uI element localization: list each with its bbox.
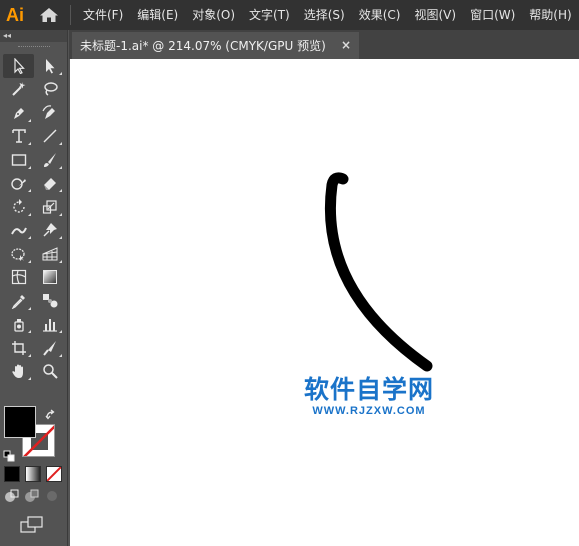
- artboard-tool-icon[interactable]: [3, 336, 34, 360]
- document-tab-strip: 未标题-1.ai* @ 214.07% (CMYK/GPU 预览) ×: [69, 30, 579, 59]
- line-segment-tool-icon[interactable]: [34, 125, 65, 149]
- menu-object[interactable]: 对象(O): [185, 0, 242, 30]
- menu-file[interactable]: 文件(F): [76, 0, 130, 30]
- fill-stroke-widget: [0, 402, 68, 466]
- tools-panel-grip[interactable]: [0, 42, 67, 52]
- tools-panel: ◂◂: [0, 30, 68, 546]
- blend-tool-icon[interactable]: [34, 289, 65, 313]
- hand-tool-icon[interactable]: [3, 360, 34, 384]
- paintbrush-tool-icon[interactable]: [34, 148, 65, 172]
- rectangle-tool-icon[interactable]: [3, 148, 34, 172]
- illustrator-window: Ai 文件(F) 编辑(E) 对象(O) 文字(T) 选择(S) 效果(C) 视…: [0, 0, 579, 546]
- scale-tool-icon[interactable]: [34, 195, 65, 219]
- tools-panel-collapse[interactable]: ◂◂: [0, 30, 67, 42]
- menu-window[interactable]: 窗口(W): [463, 0, 522, 30]
- shaper-tool-icon[interactable]: [3, 172, 34, 196]
- mesh-tool-icon[interactable]: [3, 266, 34, 290]
- symbol-sprayer-tool-icon[interactable]: [3, 313, 34, 337]
- slice-tool-icon[interactable]: [34, 336, 65, 360]
- menu-bar: Ai 文件(F) 编辑(E) 对象(O) 文字(T) 选择(S) 效果(C) 视…: [0, 0, 579, 30]
- none-button[interactable]: [46, 466, 62, 482]
- pen-tool-icon[interactable]: [3, 101, 34, 125]
- type-tool-icon[interactable]: [3, 125, 34, 149]
- watermark: 软件自学网 WWW.RJZXW.COM: [295, 375, 443, 417]
- menu-select[interactable]: 选择(S): [297, 0, 352, 30]
- document-tab-title: 未标题-1.ai* @ 214.07% (CMYK/GPU 预览): [80, 39, 326, 53]
- eraser-tool-icon[interactable]: [34, 172, 65, 196]
- shape-builder-tool-icon[interactable]: [3, 242, 34, 266]
- document-tab[interactable]: 未标题-1.ai* @ 214.07% (CMYK/GPU 预览) ×: [72, 32, 359, 59]
- default-fill-stroke-icon[interactable]: [3, 447, 15, 466]
- draw-inside-icon[interactable]: [44, 488, 60, 504]
- draw-behind-icon[interactable]: [24, 488, 40, 504]
- menu-type[interactable]: 文字(T): [242, 0, 297, 30]
- magic-wand-tool-icon[interactable]: [3, 78, 34, 102]
- zoom-tool-icon[interactable]: [34, 360, 65, 384]
- rotate-tool-icon[interactable]: [3, 195, 34, 219]
- home-icon[interactable]: [30, 0, 68, 30]
- draw-mode-row: [4, 488, 60, 504]
- draw-normal-icon[interactable]: [4, 488, 20, 504]
- menu-view[interactable]: 视图(V): [407, 0, 463, 30]
- gradient-tool-icon[interactable]: [34, 266, 65, 290]
- color-mode-row: [4, 466, 62, 482]
- screen-mode-icon[interactable]: [20, 516, 44, 538]
- tool-grid: [0, 54, 67, 383]
- swap-fill-stroke-icon[interactable]: [45, 406, 57, 425]
- artboard-canvas[interactable]: 软件自学网 WWW.RJZXW.COM: [70, 59, 579, 546]
- selection-tool-icon[interactable]: [3, 54, 34, 78]
- puppet-warp-tool-icon[interactable]: [34, 219, 65, 243]
- column-graph-tool-icon[interactable]: [34, 313, 65, 337]
- fill-swatch[interactable]: [4, 406, 36, 438]
- watermark-url: WWW.RJZXW.COM: [312, 405, 426, 417]
- perspective-grid-tool-icon[interactable]: [34, 242, 65, 266]
- watermark-title: 软件自学网: [303, 375, 434, 404]
- close-icon[interactable]: ×: [341, 38, 351, 52]
- direct-selection-tool-icon[interactable]: [34, 54, 65, 78]
- menu-effect[interactable]: 效果(C): [352, 0, 408, 30]
- eyedropper-tool-icon[interactable]: [3, 289, 34, 313]
- menu-separator: [70, 5, 71, 25]
- lasso-tool-icon[interactable]: [34, 78, 65, 102]
- menu-help[interactable]: 帮助(H): [522, 0, 578, 30]
- color-button[interactable]: [4, 466, 20, 482]
- menu-edit[interactable]: 编辑(E): [130, 0, 185, 30]
- menu-items: 文件(F) 编辑(E) 对象(O) 文字(T) 选择(S) 效果(C) 视图(V…: [76, 0, 579, 30]
- arc-stroke-path[interactable]: [70, 59, 579, 546]
- app-logo: Ai: [6, 4, 24, 25]
- width-tool-icon[interactable]: [3, 219, 34, 243]
- curvature-tool-icon[interactable]: [34, 101, 65, 125]
- gradient-button[interactable]: [25, 466, 41, 482]
